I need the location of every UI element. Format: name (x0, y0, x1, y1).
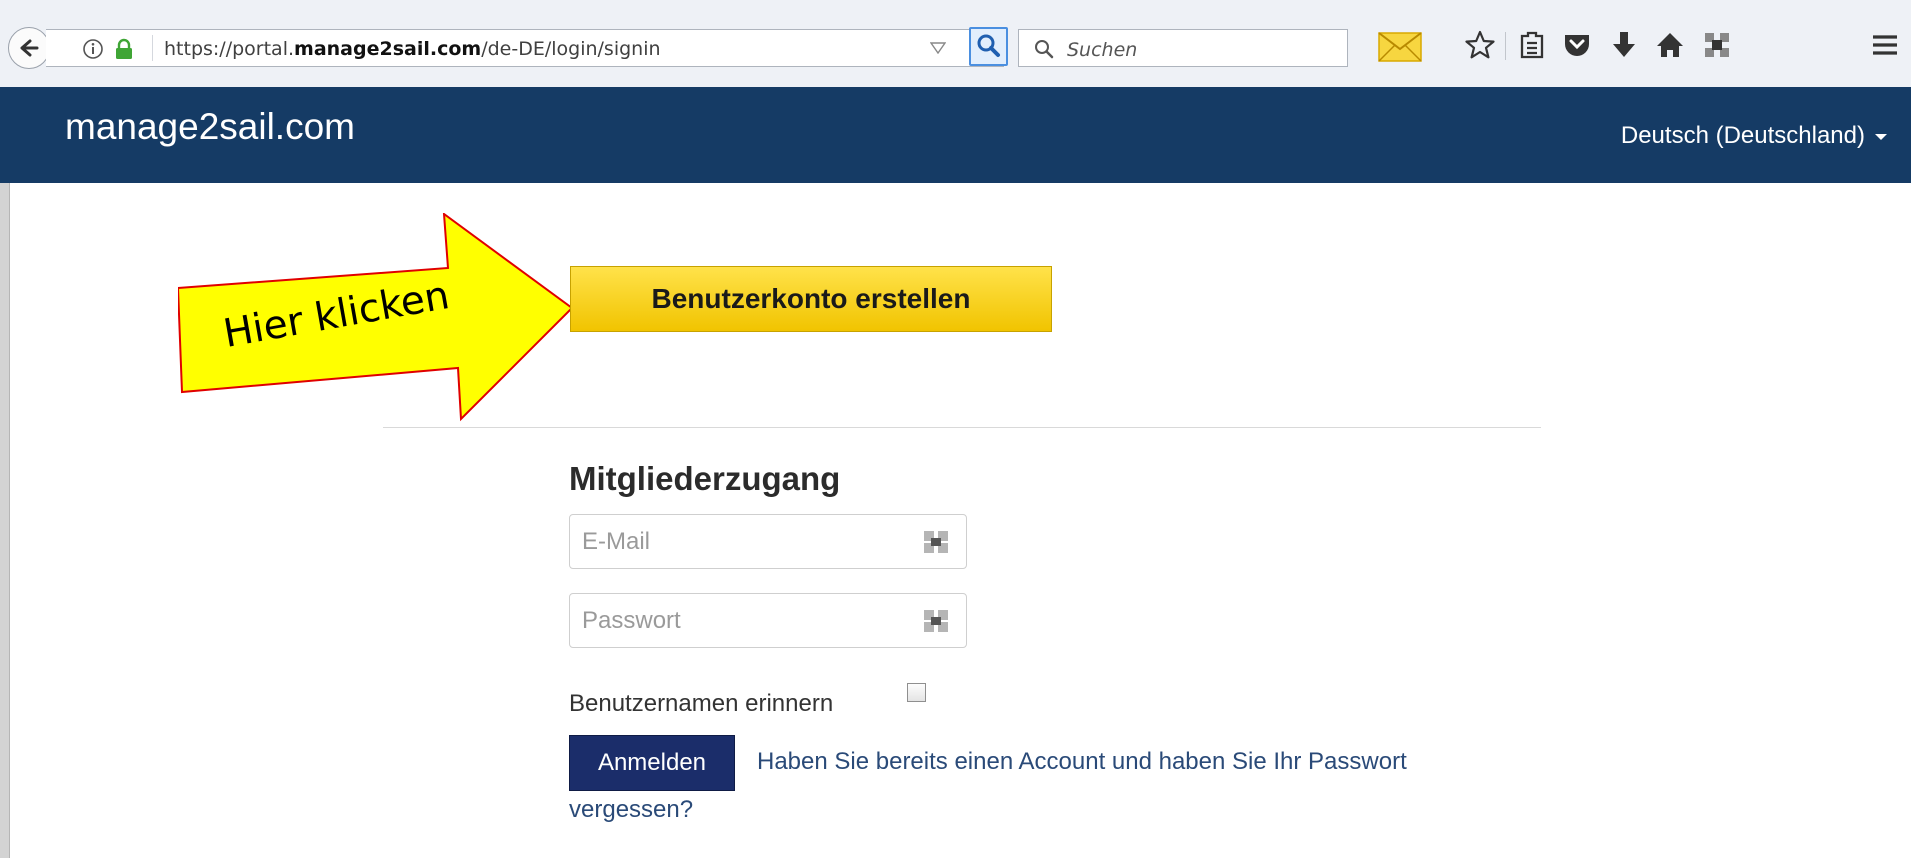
login-title: Mitgliederzugang (569, 460, 841, 497)
menu-hamburger-icon[interactable] (1870, 30, 1900, 60)
site-navbar: manage2sail.com Deutsch (Deutschland) (0, 87, 1911, 183)
language-label: Deutsch (Deutschland) (1620, 122, 1865, 149)
url-separator (152, 35, 153, 61)
home-icon[interactable] (1655, 30, 1685, 60)
reader-list-icon[interactable] (1518, 30, 1546, 60)
mail-icon[interactable] (1378, 32, 1422, 62)
dropdown-triangle-icon[interactable] (930, 42, 946, 54)
language-selector[interactable]: Deutsch (Deutschland) (1621, 122, 1887, 150)
lock-icon[interactable] (114, 38, 134, 60)
url-text[interactable]: https://portal.manage2sail.com/de-DE/log… (164, 38, 661, 60)
pocket-icon[interactable] (1562, 30, 1592, 60)
left-edge-bar (0, 183, 10, 858)
password-field-wrapper (569, 593, 967, 648)
caret-down-icon (1875, 133, 1887, 140)
search-input[interactable]: Suchen (1018, 29, 1348, 67)
search-icon (1035, 40, 1054, 59)
divider (383, 427, 1541, 428)
autofill-key-icon[interactable] (922, 608, 950, 634)
download-icon[interactable] (1610, 30, 1638, 60)
url-bar[interactable]: https://portal.manage2sail.com/de-DE/log… (46, 29, 1004, 67)
email-field[interactable] (570, 515, 912, 568)
remember-checkbox[interactable] (907, 683, 926, 702)
autofill-key-icon[interactable] (922, 529, 950, 555)
search-placeholder: Suchen (1067, 39, 1138, 61)
browser-toolbar: https://portal.manage2sail.com/de-DE/log… (0, 0, 1911, 88)
addon-puzzle-icon[interactable] (1702, 30, 1732, 60)
info-icon[interactable] (82, 38, 104, 60)
bookmark-star-icon[interactable] (1465, 30, 1495, 60)
password-field[interactable] (570, 594, 912, 647)
search-engine-button[interactable] (969, 27, 1008, 66)
remember-label: Benutzernamen erinnern (569, 690, 834, 717)
back-button[interactable] (8, 27, 50, 69)
toolbar-separator (1505, 32, 1506, 60)
email-field-wrapper (569, 514, 967, 569)
login-button[interactable]: Anmelden (569, 735, 735, 791)
brand-logo[interactable]: manage2sail.com (65, 106, 355, 148)
back-arrow-icon (20, 39, 39, 57)
create-account-button[interactable]: Benutzerkonto erstellen (570, 266, 1052, 332)
magnifier-icon (977, 34, 1000, 57)
